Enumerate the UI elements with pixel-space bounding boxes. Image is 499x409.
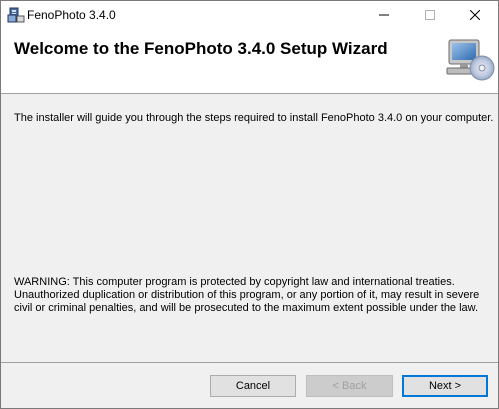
cancel-button[interactable]: Cancel bbox=[210, 375, 296, 397]
next-button[interactable]: Next > bbox=[402, 375, 488, 397]
footer-divider bbox=[1, 362, 498, 363]
back-button: < Back bbox=[306, 375, 393, 397]
maximize-button[interactable] bbox=[407, 1, 453, 29]
intro-text: The installer will guide you through the… bbox=[14, 112, 494, 124]
title-bar[interactable]: FenoPhoto 3.4.0 bbox=[1, 1, 498, 29]
copyright-warning: WARNING: This computer program is protec… bbox=[14, 276, 480, 314]
installer-icon bbox=[7, 7, 25, 23]
window-title: FenoPhoto 3.4.0 bbox=[27, 8, 116, 22]
setup-wizard-window: FenoPhoto 3.4.0 Welcome to the FenoPhoto… bbox=[0, 0, 499, 409]
page-title: Welcome to the FenoPhoto 3.4.0 Setup Wiz… bbox=[14, 39, 388, 58]
minimize-icon bbox=[379, 14, 389, 16]
maximize-icon bbox=[425, 10, 435, 20]
close-icon bbox=[470, 10, 480, 20]
header-banner: Welcome to the FenoPhoto 3.4.0 Setup Wiz… bbox=[1, 29, 498, 94]
computer-cd-icon bbox=[446, 39, 495, 81]
minimize-button[interactable] bbox=[361, 1, 407, 29]
close-button[interactable] bbox=[452, 1, 498, 29]
